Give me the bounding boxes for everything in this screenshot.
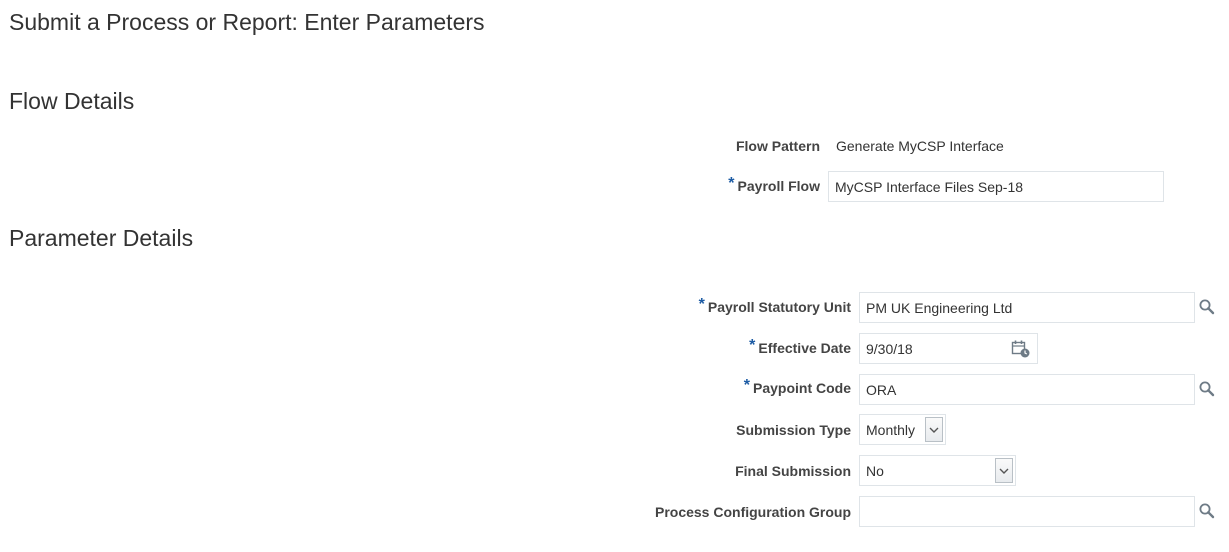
payroll-flow-label-text: Payroll Flow — [737, 178, 820, 194]
flow-pattern-label: Flow Pattern — [735, 138, 820, 154]
submission-type-select[interactable]: Monthly — [859, 414, 946, 445]
flow-details-heading: Flow Details — [9, 88, 135, 114]
required-marker: * — [749, 337, 756, 354]
submission-type-label: Submission Type — [736, 422, 851, 438]
effective-date-label: * Effective Date — [749, 337, 851, 358]
payroll-statutory-unit-label: * Payroll Statutory Unit — [698, 296, 851, 317]
required-marker: * — [743, 377, 750, 394]
paypoint-code-input[interactable] — [859, 374, 1195, 405]
paypoint-code-label: * Paypoint Code — [743, 377, 851, 398]
payroll-statutory-unit-label-text: Payroll Statutory Unit — [707, 299, 851, 315]
calendar-icon[interactable] — [1011, 339, 1030, 358]
parameter-details-heading: Parameter Details — [9, 225, 194, 251]
submission-type-value: Monthly — [866, 421, 916, 438]
page-title: Submit a Process or Report: Enter Parame… — [9, 9, 485, 35]
final-submission-label: Final Submission — [735, 463, 851, 479]
payroll-flow-label: * Payroll Flow — [728, 175, 820, 196]
required-marker: * — [728, 175, 735, 192]
payroll-statutory-unit-input[interactable] — [859, 292, 1195, 323]
search-icon[interactable] — [1198, 502, 1216, 520]
paypoint-code-label-text: Paypoint Code — [752, 380, 851, 396]
flow-pattern-value: Generate MyCSP Interface — [836, 138, 1004, 154]
search-icon[interactable] — [1198, 380, 1216, 398]
chevron-down-icon[interactable] — [925, 417, 943, 442]
final-submission-value: No — [866, 462, 884, 479]
payroll-flow-input[interactable] — [828, 171, 1164, 202]
effective-date-label-text: Effective Date — [758, 340, 851, 356]
process-configuration-group-label: Process Configuration Group — [654, 504, 851, 520]
chevron-down-icon[interactable] — [995, 458, 1013, 483]
search-icon[interactable] — [1198, 298, 1216, 316]
required-marker: * — [698, 296, 705, 313]
final-submission-select[interactable]: No — [859, 455, 1016, 486]
process-configuration-group-input[interactable] — [859, 496, 1195, 527]
